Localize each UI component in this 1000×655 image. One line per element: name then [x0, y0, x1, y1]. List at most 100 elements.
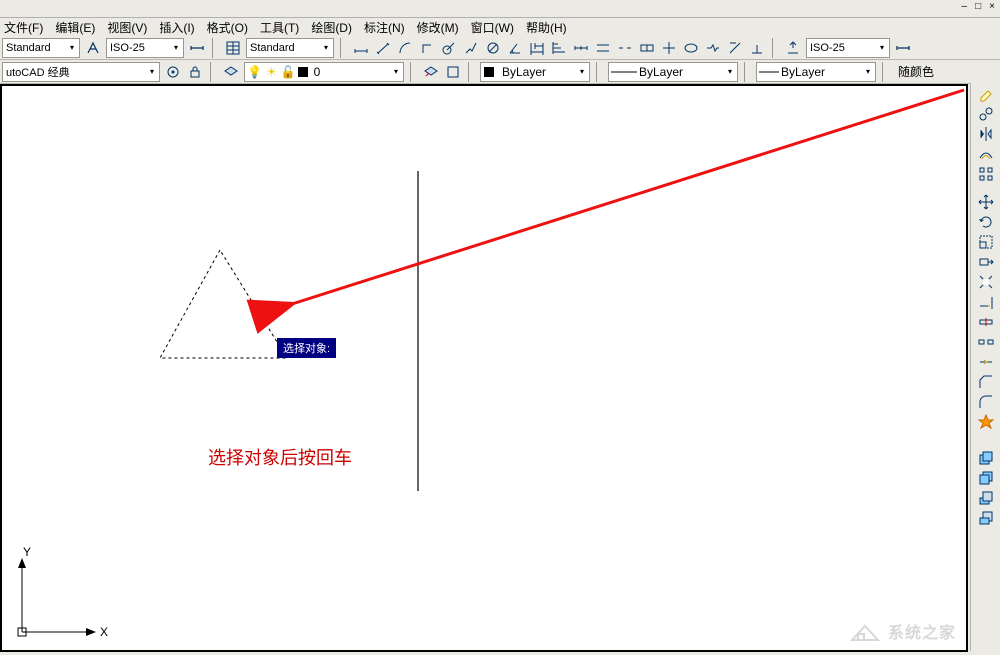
selected-triangle[interactable]: [160, 250, 287, 358]
draworder-back-icon[interactable]: [976, 469, 996, 487]
toolbar-separator: [882, 62, 888, 82]
layer-lock-icon[interactable]: 🔓: [279, 65, 298, 79]
dim-style-select-2[interactable]: ▾: [806, 38, 890, 58]
toolbar-row-2: ▾ 💡 ☀ 🔓 0 ▾ ByLayer ▾ ByLayer ▾ ByLayer …: [0, 60, 1000, 84]
dim-ordinate-icon[interactable]: [418, 39, 436, 57]
workspace-select[interactable]: ▾: [2, 62, 160, 82]
linetype-select[interactable]: ByLayer ▾: [608, 62, 738, 82]
layer-previous-icon[interactable]: [422, 63, 440, 81]
quick-dim-icon[interactable]: [528, 39, 546, 57]
menu-file[interactable]: 文件(F): [4, 19, 43, 36]
chevron-down-icon[interactable]: ▾: [389, 63, 403, 81]
trim-icon[interactable]: [976, 273, 996, 291]
chevron-down-icon[interactable]: ▾: [145, 63, 159, 81]
dim-break-icon[interactable]: [616, 39, 634, 57]
dim-space-icon[interactable]: [594, 39, 612, 57]
offset-icon[interactable]: [976, 145, 996, 163]
table-style-select[interactable]: ▾: [246, 38, 334, 58]
layer-select[interactable]: 💡 ☀ 🔓 0 ▾: [244, 62, 404, 82]
menu-modify[interactable]: 修改(M): [417, 19, 459, 36]
dim-arc-icon[interactable]: [396, 39, 414, 57]
extend-icon[interactable]: [976, 293, 996, 311]
dim-radius-icon[interactable]: [440, 39, 458, 57]
menu-draw[interactable]: 绘图(D): [311, 19, 352, 36]
array-icon[interactable]: [976, 165, 996, 183]
lineweight-preview-icon: [757, 65, 781, 79]
toolbar-lock-icon[interactable]: [186, 63, 204, 81]
menu-format[interactable]: 格式(O): [207, 19, 248, 36]
toolbar-separator: [772, 38, 778, 58]
menu-view[interactable]: 视图(V): [107, 19, 147, 36]
dim-edit-icon[interactable]: [726, 39, 744, 57]
dim-tedit-icon[interactable]: [748, 39, 766, 57]
chevron-down-icon[interactable]: ▾: [319, 39, 333, 57]
tolerance-icon[interactable]: [638, 39, 656, 57]
chevron-down-icon[interactable]: ▾: [65, 39, 79, 57]
dim-style-input-1[interactable]: [107, 39, 169, 57]
lineweight-select[interactable]: ByLayer ▾: [756, 62, 876, 82]
menu-help[interactable]: 帮助(H): [526, 19, 567, 36]
color-select[interactable]: ByLayer ▾: [480, 62, 590, 82]
dimstyle-icon-2[interactable]: [894, 39, 912, 57]
textstyle-icon[interactable]: [84, 39, 102, 57]
drawing-canvas[interactable]: 选择对象: 选择对象后按回车 Y X 系统之家: [0, 84, 968, 652]
move-icon[interactable]: [976, 193, 996, 211]
workspace-settings-icon[interactable]: [164, 63, 182, 81]
dimstyle-icon-1[interactable]: [188, 39, 206, 57]
workspace-input[interactable]: [3, 63, 145, 81]
dim-style-input-2[interactable]: [807, 39, 875, 57]
dim-aligned-icon[interactable]: [374, 39, 392, 57]
menu-dimension[interactable]: 标注(N): [364, 19, 405, 36]
break-at-icon[interactable]: [976, 313, 996, 331]
close-button[interactable]: ×: [986, 1, 998, 12]
chevron-down-icon[interactable]: ▾: [861, 63, 875, 81]
right-toolbar: [970, 83, 1000, 651]
draworder-above-icon[interactable]: [976, 489, 996, 507]
layer-color-swatch[interactable]: [298, 67, 308, 77]
chevron-down-icon[interactable]: ▾: [875, 39, 889, 57]
explode-icon[interactable]: [976, 413, 996, 431]
menu-edit[interactable]: 编辑(E): [55, 19, 95, 36]
erase-icon[interactable]: [976, 85, 996, 103]
text-style-select[interactable]: ▾: [2, 38, 80, 58]
window-controls: – □ ×: [959, 1, 998, 12]
dim-continue-icon[interactable]: [572, 39, 590, 57]
layer-on-icon[interactable]: 💡: [245, 65, 264, 79]
chevron-down-icon[interactable]: ▾: [723, 63, 737, 81]
mirror-icon[interactable]: [976, 125, 996, 143]
table-style-input[interactable]: [247, 39, 319, 57]
chevron-down-icon[interactable]: ▾: [169, 39, 183, 57]
copy-icon[interactable]: [976, 105, 996, 123]
chamfer-icon[interactable]: [976, 373, 996, 391]
dim-jogline-icon[interactable]: [704, 39, 722, 57]
dim-angular-icon[interactable]: [506, 39, 524, 57]
dim-style-select-1[interactable]: ▾: [106, 38, 184, 58]
tablestyle-icon[interactable]: [224, 39, 242, 57]
dim-jogged-icon[interactable]: [462, 39, 480, 57]
layer-manager-icon[interactable]: [222, 63, 240, 81]
draworder-below-icon[interactable]: [976, 509, 996, 527]
dim-linear-icon[interactable]: [352, 39, 370, 57]
menu-window[interactable]: 窗口(W): [471, 19, 514, 36]
rotate-icon[interactable]: [976, 213, 996, 231]
scale-icon[interactable]: [976, 233, 996, 251]
inspect-icon[interactable]: [682, 39, 700, 57]
dim-update-icon[interactable]: [784, 39, 802, 57]
layer-state-icon[interactable]: [444, 63, 462, 81]
text-style-input[interactable]: [3, 39, 65, 57]
dim-baseline-icon[interactable]: [550, 39, 568, 57]
layer-freeze-icon[interactable]: ☀: [264, 65, 279, 79]
dim-diameter-icon[interactable]: [484, 39, 502, 57]
menu-insert[interactable]: 插入(I): [159, 19, 194, 36]
color-swatch: [484, 67, 494, 77]
draworder-front-icon[interactable]: [976, 449, 996, 467]
menu-tools[interactable]: 工具(T): [260, 19, 299, 36]
join-icon[interactable]: [976, 353, 996, 371]
stretch-icon[interactable]: [976, 253, 996, 271]
minimize-button[interactable]: –: [959, 1, 971, 12]
restore-button[interactable]: □: [972, 1, 984, 12]
centermark-icon[interactable]: [660, 39, 678, 57]
break-icon[interactable]: [976, 333, 996, 351]
chevron-down-icon[interactable]: ▾: [575, 63, 589, 81]
fillet-icon[interactable]: [976, 393, 996, 411]
